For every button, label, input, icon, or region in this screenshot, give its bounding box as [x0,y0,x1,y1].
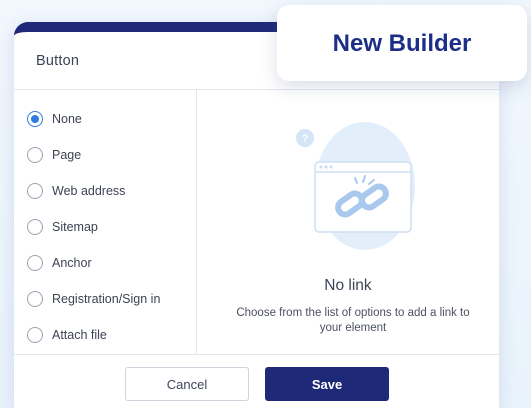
option-label: Sitemap [52,220,98,234]
broken-link-icon: ? [296,122,415,250]
empty-state-title: No link [324,277,372,294]
radio-page[interactable] [27,147,43,163]
option-anchor[interactable]: Anchor [14,245,196,281]
link-type-options: None Page Web address Sitemap Anchor Reg… [14,90,197,354]
badge-label: New Builder [332,30,472,57]
option-label: Web address [52,184,126,198]
radio-web-address[interactable] [27,183,43,199]
save-button[interactable]: Save [265,367,389,401]
option-web-address[interactable]: Web address [14,173,196,209]
option-none[interactable]: None [14,101,196,137]
radio-anchor[interactable] [27,255,43,271]
dialog-title: Button [36,52,80,69]
radio-sitemap[interactable] [27,219,43,235]
radio-registration-sign-in[interactable] [27,291,43,307]
radio-none[interactable] [27,111,43,127]
option-page[interactable]: Page [14,137,196,173]
cancel-button[interactable]: Cancel [125,367,249,401]
option-label: Page [52,148,82,162]
option-label: Registration/Sign in [52,292,161,306]
dialog-footer: Cancel Save [14,354,499,408]
link-preview-panel: ? No link Choose from the list of option… [197,90,499,354]
radio-attach-file[interactable] [27,327,43,343]
option-registration-sign-in[interactable]: Registration/Sign in [14,281,196,317]
empty-state-description: Choose from the list of options to add a… [236,307,470,334]
new-builder-badge: New Builder [277,5,527,81]
screen: Button None Page Web address Sitemap Anc… [0,0,531,408]
option-label: Attach file [52,328,107,342]
svg-text:?: ? [302,133,309,145]
option-label: None [52,112,82,126]
dialog-body: None Page Web address Sitemap Anchor Reg… [14,90,499,354]
option-attach-file[interactable]: Attach file [14,317,196,353]
option-sitemap[interactable]: Sitemap [14,209,196,245]
option-label: Anchor [52,256,92,270]
